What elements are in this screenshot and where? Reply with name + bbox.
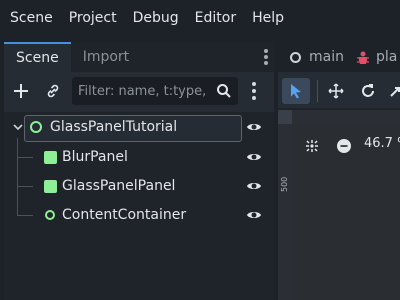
center-view-button[interactable] <box>304 138 320 158</box>
scene-dock: Scene Import Filter: name, t:type, Glass… <box>4 42 274 300</box>
plus-icon <box>14 84 28 98</box>
tab-pla-label: pla <box>375 49 398 65</box>
tab-main[interactable]: main <box>290 49 344 65</box>
dock-menu-icon[interactable] <box>264 49 268 65</box>
editor-main: main pla 500 46.7 <box>278 42 400 300</box>
tab-main-label: main <box>309 49 344 65</box>
tab-pla[interactable]: pla <box>356 49 397 65</box>
ruler-corner <box>278 110 292 124</box>
container-circle-icon <box>45 210 55 220</box>
select-mode-button[interactable] <box>282 78 310 104</box>
visibility-eye-icon[interactable] <box>246 120 262 134</box>
move-mode-button[interactable] <box>322 78 350 104</box>
instantiate-scene-button[interactable] <box>40 78 66 104</box>
search-icon <box>217 84 231 98</box>
tree-node-blurpanel[interactable]: BlurPanel <box>4 144 274 170</box>
tree-node-glasspanelpanel[interactable]: GlassPanelPanel <box>4 173 274 199</box>
toolbar-separator <box>317 80 318 102</box>
visibility-eye-icon[interactable] <box>246 179 262 193</box>
scale-icon <box>390 87 400 97</box>
horizontal-ruler <box>278 110 400 124</box>
link-icon <box>47 84 59 98</box>
filter-input[interactable] <box>78 81 208 101</box>
script-bug-icon <box>356 51 369 64</box>
chevron-down-icon[interactable] <box>13 122 23 132</box>
control-circle-icon <box>30 121 42 133</box>
zoom-out-icon <box>337 139 351 153</box>
scene-ring-icon <box>290 51 301 63</box>
panel-square-icon <box>44 180 57 193</box>
scene-toolbar <box>4 72 274 112</box>
move-icon <box>328 83 344 99</box>
scale-mode-button[interactable] <box>382 78 400 104</box>
node-label: GlassPanelPanel <box>62 178 176 194</box>
node-label: GlassPanelTutorial <box>50 119 178 135</box>
cursor-arrow-icon <box>291 84 301 99</box>
zoom-out-button[interactable] <box>336 138 352 158</box>
kebab-icon[interactable] <box>252 82 256 100</box>
tab-import[interactable]: Import <box>71 42 141 72</box>
add-node-button[interactable] <box>8 78 34 104</box>
panel-square-icon <box>44 151 57 164</box>
menu-bar: Scene Project Debug Editor Help <box>0 0 400 36</box>
node-label: BlurPanel <box>62 149 128 165</box>
canvas-viewport[interactable]: 500 46.7 % <box>278 110 400 300</box>
scene-tab-bar: main pla <box>278 42 400 72</box>
tab-scene[interactable]: Scene <box>4 42 71 72</box>
filter-nodes-field[interactable] <box>72 77 238 105</box>
rotate-mode-button[interactable] <box>354 78 382 104</box>
zoom-level[interactable]: 46.7 % <box>364 136 400 151</box>
ruler-label: 500 <box>280 176 289 192</box>
menu-debug[interactable]: Debug <box>133 0 179 36</box>
node-label: ContentContainer <box>62 207 187 223</box>
center-view-icon <box>306 140 318 152</box>
visibility-eye-icon[interactable] <box>246 150 262 164</box>
menu-scene[interactable]: Scene <box>10 0 53 36</box>
visibility-eye-icon[interactable] <box>246 208 262 222</box>
dock-tab-bar: Scene Import <box>4 42 274 72</box>
rotate-icon <box>362 84 374 97</box>
vertical-ruler: 500 <box>278 110 292 300</box>
tree-node-contentcontainer[interactable]: ContentContainer <box>4 202 274 228</box>
menu-project[interactable]: Project <box>69 0 117 36</box>
scene-tree: GlassPanelTutorial BlurPanel GlassPanelP… <box>4 112 274 300</box>
tree-node-glasspaneltutorial[interactable]: GlassPanelTutorial <box>4 114 274 142</box>
menu-help[interactable]: Help <box>252 0 284 36</box>
viewport-toolbar <box>278 72 400 108</box>
menu-editor[interactable]: Editor <box>195 0 236 36</box>
